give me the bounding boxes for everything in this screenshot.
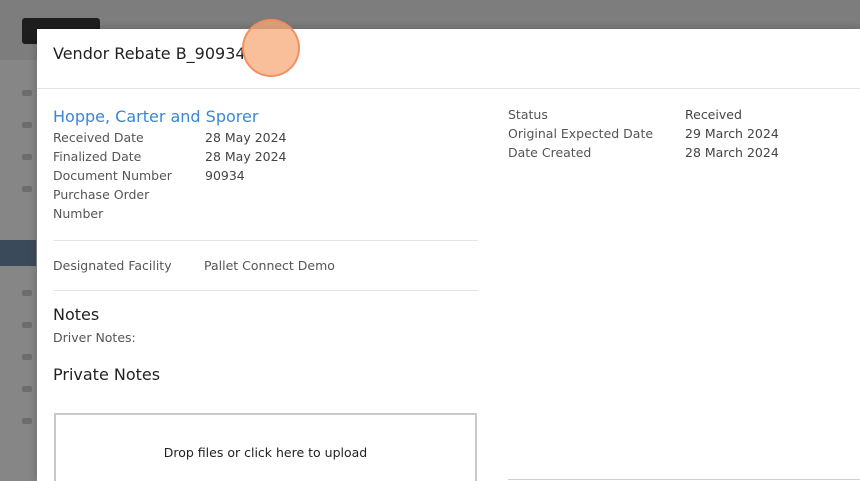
status-label: Original Expected Date <box>508 126 654 141</box>
sidebar-row <box>22 154 32 160</box>
vendor-rebate-modal: Vendor Rebate B_90934 Hoppe, Carter and … <box>37 19 860 481</box>
status-label: Status <box>508 107 548 122</box>
detail-row-po: Purchase Order Number <box>53 185 478 223</box>
facility-label: Designated Facility <box>53 258 172 273</box>
po-label: Purchase Order Number <box>53 185 205 223</box>
sidebar-row <box>22 418 32 424</box>
detail-value: 28 May 2024 <box>205 130 287 145</box>
sidebar-active-row <box>0 240 36 266</box>
modal-title: Vendor Rebate B_90934 <box>53 44 246 63</box>
cursor-indicator <box>242 19 300 77</box>
sidebar-row <box>22 90 32 96</box>
detail-row: Received Date 28 May 2024 <box>53 128 478 147</box>
detail-row: Document Number 90934 <box>53 166 478 185</box>
detail-row: Finalized Date 28 May 2024 <box>53 147 478 166</box>
status-value: 28 March 2024 <box>685 145 779 160</box>
detail-value: 90934 <box>205 168 245 183</box>
divider <box>508 479 860 480</box>
facility-row: Designated Facility Pallet Connect Demo <box>53 241 478 290</box>
facility-value: Pallet Connect Demo <box>204 258 335 273</box>
sidebar-row <box>22 122 32 128</box>
vendor-name-link[interactable]: Hoppe, Carter and Sporer <box>53 107 478 126</box>
background-sidebar <box>0 60 36 481</box>
status-value: 29 March 2024 <box>685 126 779 141</box>
divider <box>53 290 478 291</box>
po-label-line2: Number <box>53 206 104 221</box>
sidebar-row <box>22 186 32 192</box>
sidebar-row <box>22 354 32 360</box>
detail-label: Finalized Date <box>53 149 142 164</box>
detail-value: 28 May 2024 <box>205 149 287 164</box>
status-value: Received <box>685 107 742 122</box>
driver-notes-label: Driver Notes: <box>53 330 136 345</box>
sidebar-row <box>22 386 32 392</box>
po-label-line1: Purchase Order <box>53 187 150 202</box>
status-details: Status Received Original Expected Date 2… <box>508 105 858 162</box>
vendor-details: Hoppe, Carter and Sporer Received Date 2… <box>53 107 478 384</box>
notes-title: Notes <box>53 305 100 324</box>
private-notes-title: Private Notes <box>53 365 161 384</box>
modal-header: Vendor Rebate B_90934 <box>37 19 860 89</box>
detail-label: Received Date <box>53 130 144 145</box>
status-label: Date Created <box>508 145 592 160</box>
status-row: Original Expected Date 29 March 2024 <box>508 124 858 143</box>
sidebar-row <box>22 290 32 296</box>
sidebar-row <box>22 322 32 328</box>
file-upload-dropzone[interactable]: Drop files or click here to upload <box>54 413 477 481</box>
detail-label: Document Number <box>53 168 172 183</box>
upload-label: Drop files or click here to upload <box>163 445 368 460</box>
status-row: Status Received <box>508 105 858 124</box>
status-row: Date Created 28 March 2024 <box>508 143 858 162</box>
